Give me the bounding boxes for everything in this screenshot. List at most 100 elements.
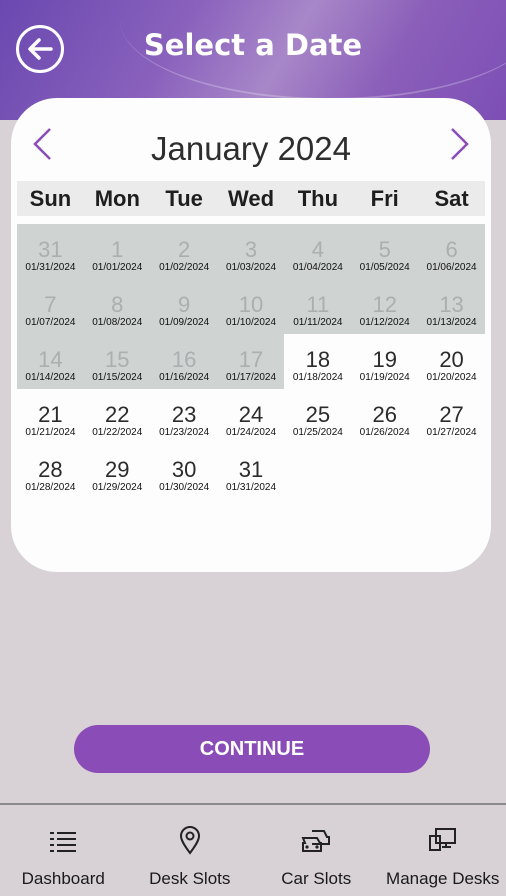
calendar-day: 6 01/06/2024: [418, 224, 485, 279]
nav-item-desk-slots[interactable]: Desk Slots: [127, 805, 254, 896]
calendar-grid: 31 01/31/2024 1 01/01/2024 2 01/02/2024 3 01/03…: [17, 224, 485, 499]
calendar-day: 16 01/16/2024: [150, 334, 218, 389]
calendar-day[interactable]: 27 01/27/2024: [418, 389, 485, 444]
calendar-day[interactable]: 26 01/26/2024: [351, 389, 418, 444]
nav-label: Desk Slots: [149, 869, 231, 888]
day-date-label: 01/02/2024: [159, 262, 210, 273]
calendar-day[interactable]: 20 01/20/2024: [418, 334, 485, 389]
calendar-day: 15 01/15/2024: [83, 334, 151, 389]
day-number: 28: [38, 457, 63, 482]
day-number: 7: [44, 292, 57, 317]
day-number: 2: [178, 237, 191, 262]
day-number: 4: [311, 237, 324, 262]
day-date-label: 01/21/2024: [25, 427, 76, 438]
page-title: Select a Date: [143, 28, 363, 62]
day-date-label: 01/01/2024: [92, 262, 143, 273]
day-number: 23: [171, 402, 197, 427]
day-date-label: 01/15/2024: [92, 372, 143, 383]
day-date-label: 01/17/2024: [225, 372, 277, 383]
day-date-label: 01/24/2024: [225, 427, 277, 438]
day-number: 30: [171, 457, 197, 482]
nav-label: Dashboard: [21, 869, 105, 888]
calendar-day: 9 01/09/2024: [150, 279, 218, 334]
day-date-label: 01/26/2024: [359, 427, 410, 438]
weekday-label: Sun: [29, 186, 72, 211]
calendar-day[interactable]: 23 01/23/2024: [151, 389, 218, 444]
day-date-label: 01/07/2024: [25, 317, 76, 328]
day-number: 6: [445, 237, 458, 262]
calendar-day: 7 01/07/2024: [17, 279, 84, 334]
calendar-day[interactable]: 24 01/24/2024: [218, 389, 285, 444]
calendar-day: 31 01/31/2024: [17, 224, 84, 279]
nav-item-car-slots[interactable]: Car Slots: [253, 805, 380, 896]
day-number: 3: [244, 237, 258, 262]
day-date-label: 01/03/2024: [225, 262, 277, 273]
day-number: 27: [439, 402, 464, 427]
day-date-label: 01/16/2024: [159, 372, 210, 383]
calendar-day: 12 01/12/2024: [351, 279, 419, 334]
calendar-day: 4 01/04/2024: [284, 224, 352, 279]
day-number: 14: [38, 347, 63, 372]
day-number: 26: [372, 402, 397, 427]
calendar-day[interactable]: 25 01/25/2024: [284, 389, 351, 444]
day-number: 9: [178, 292, 191, 317]
calendar-day[interactable]: 21 01/21/2024: [17, 389, 84, 444]
weekday-label: Mon: [94, 186, 140, 211]
day-date-label: 01/04/2024: [292, 262, 343, 273]
desktop-icon: [428, 828, 456, 851]
day-date-label: 01/11/2024: [293, 317, 343, 328]
month-title: January 2024: [151, 130, 351, 167]
day-number: 16: [171, 347, 197, 372]
calendar-day[interactable]: 28 01/28/2024: [17, 444, 84, 499]
day-date-label: 01/08/2024: [92, 317, 143, 328]
nav-item-dashboard[interactable]: Dashboard: [0, 805, 127, 896]
calendar-day: 10 01/10/2024: [217, 279, 285, 334]
day-number: 25: [305, 402, 331, 427]
calendar-day: 2 01/02/2024: [150, 224, 218, 279]
bottom-nav: Dashboard Desk Slots Car Slots Manage De…: [0, 803, 506, 896]
day-number: 20: [439, 347, 464, 372]
calendar-day: 5 01/05/2024: [351, 224, 419, 279]
weekday-header: Sun Mon Tue Wed Thu Fri Sat: [17, 181, 485, 216]
day-date-label: 01/19/2024: [359, 372, 410, 383]
nav-item-manage-desks[interactable]: Manage Desks: [380, 805, 506, 896]
map-pin-icon: [179, 826, 200, 855]
day-number: 1: [111, 237, 124, 262]
day-date-label: 01/05/2024: [359, 262, 410, 273]
day-number: 22: [105, 402, 130, 427]
day-number: 8: [111, 292, 124, 317]
calendar-day[interactable]: 19 01/19/2024: [351, 334, 418, 389]
calendar-card: January 2024 Sun Mon Tue Wed Thu Fri Sat…: [11, 98, 491, 572]
nav-label: Car Slots: [281, 869, 352, 888]
day-number: 31: [38, 237, 63, 262]
nav-label: Manage Desks: [386, 869, 500, 888]
day-date-label: 01/14/2024: [25, 372, 76, 383]
chevron-right-icon[interactable]: [448, 126, 472, 162]
day-date-label: 01/20/2024: [426, 372, 477, 383]
cars-icon: [301, 830, 331, 852]
weekday-label: Fri: [370, 186, 399, 211]
day-date-label: 01/06/2024: [426, 262, 477, 273]
day-number: 18: [305, 347, 331, 372]
continue-button[interactable]: CONTINUE: [74, 725, 430, 773]
calendar-day: 13 01/13/2024: [418, 279, 485, 334]
day-number: 10: [238, 292, 264, 317]
calendar-day[interactable]: 22 01/22/2024: [84, 389, 151, 444]
calendar-day[interactable]: 30 01/30/2024: [151, 444, 218, 499]
day-number: 19: [372, 347, 397, 372]
calendar-day[interactable]: 29 01/29/2024: [84, 444, 151, 499]
day-date-label: 01/10/2024: [225, 317, 277, 328]
calendar-day[interactable]: 31 01/31/2024: [218, 444, 285, 499]
day-number: 5: [378, 237, 391, 262]
day-date-label: 01/29/2024: [92, 482, 143, 493]
day-number: 31: [238, 457, 264, 482]
day-date-label: 01/12/2024: [359, 317, 410, 328]
calendar-day[interactable]: 18 01/18/2024: [284, 334, 351, 389]
weekday-label: Thu: [297, 186, 339, 211]
weekday-label: Tue: [165, 186, 203, 211]
calendar-day: 3 01/03/2024: [217, 224, 285, 279]
day-date-label: 01/31/2024: [225, 482, 277, 493]
calendar-day: 1 01/01/2024: [83, 224, 151, 279]
day-date-label: 01/30/2024: [159, 482, 210, 493]
day-number: 29: [105, 457, 130, 482]
